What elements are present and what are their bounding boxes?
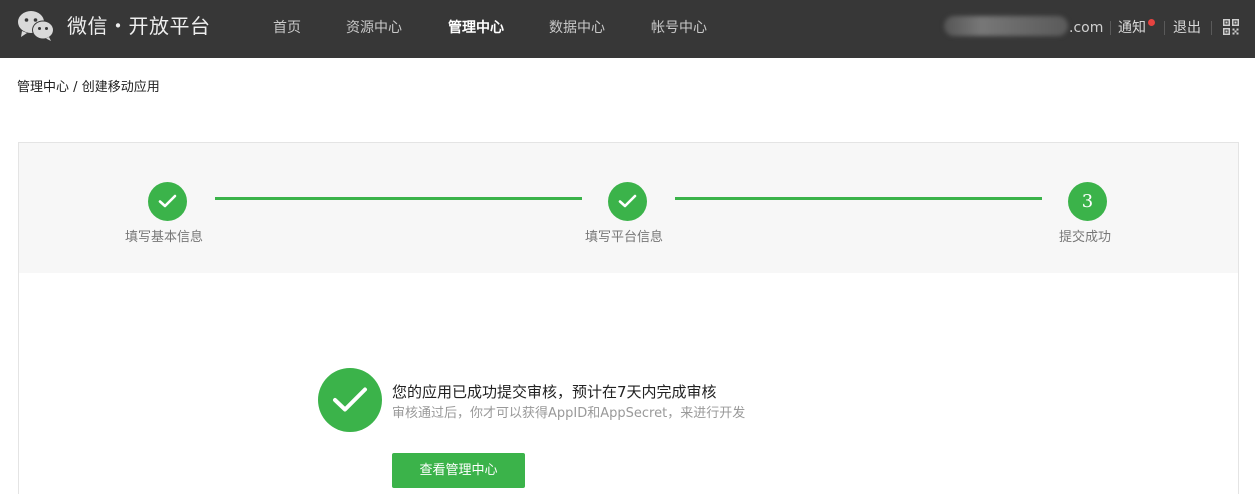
step-2-label: 填写平台信息	[585, 230, 664, 245]
success-check-icon	[318, 368, 382, 432]
nav-management-center[interactable]: 管理中心	[448, 19, 504, 37]
platform-brand-title[interactable]: 微信・开放平台	[67, 13, 211, 39]
step-3-number: 3	[1081, 191, 1094, 212]
check-icon	[158, 194, 177, 208]
view-management-center-button[interactable]: 查看管理中心	[392, 453, 525, 488]
top-divider	[1164, 21, 1165, 35]
create-app-panel: 填写基本信息 填写平台信息 3 提交成功 您的应用已成功提交审核，预计在7天内完…	[18, 142, 1239, 494]
step-3-label: 提交成功	[1059, 230, 1112, 245]
nav-resource-center[interactable]: 资源中心	[346, 19, 402, 37]
progress-steps: 填写基本信息 填写平台信息 3 提交成功	[19, 143, 1238, 273]
top-divider	[1110, 21, 1111, 35]
breadcrumb-separator: /	[73, 80, 78, 95]
unread-notification-dot	[1148, 19, 1155, 26]
logout-link[interactable]: 退出	[1173, 19, 1201, 37]
submit-success-title: 您的应用已成功提交审核，预计在7天内完成审核	[392, 383, 717, 401]
step-connector-2	[675, 197, 1042, 200]
check-icon	[618, 194, 637, 208]
top-navigation-bar: 微信・开放平台 首页 资源中心 管理中心 数据中心 帐号中心 .com 通知 退…	[0, 0, 1255, 58]
qr-code-icon[interactable]	[1223, 19, 1239, 35]
step-connector-1	[215, 197, 582, 200]
step-2-done-indicator	[608, 182, 647, 221]
breadcrumb-current: 创建移动应用	[81, 80, 160, 95]
step-1-label: 填写基本信息	[125, 230, 204, 245]
notifications-link[interactable]: 通知	[1118, 19, 1146, 37]
step-1-done-indicator	[148, 182, 187, 221]
top-divider	[1211, 21, 1212, 35]
account-email-domain[interactable]: .com	[1069, 19, 1103, 37]
submit-success-subtitle: 审核通过后，你才可以获得AppID和AppSecret，来进行开发	[392, 406, 746, 421]
check-icon	[333, 387, 367, 412]
account-email-redacted	[944, 16, 1068, 36]
nav-account-center[interactable]: 帐号中心	[651, 19, 707, 37]
nav-home[interactable]: 首页	[273, 19, 301, 37]
breadcrumb-management-center[interactable]: 管理中心	[17, 80, 69, 95]
nav-data-center[interactable]: 数据中心	[549, 19, 605, 37]
breadcrumb: 管理中心 / 创建移动应用	[17, 79, 160, 97]
step-3-current-indicator: 3	[1068, 182, 1107, 221]
wechat-logo-icon[interactable]	[17, 10, 55, 42]
